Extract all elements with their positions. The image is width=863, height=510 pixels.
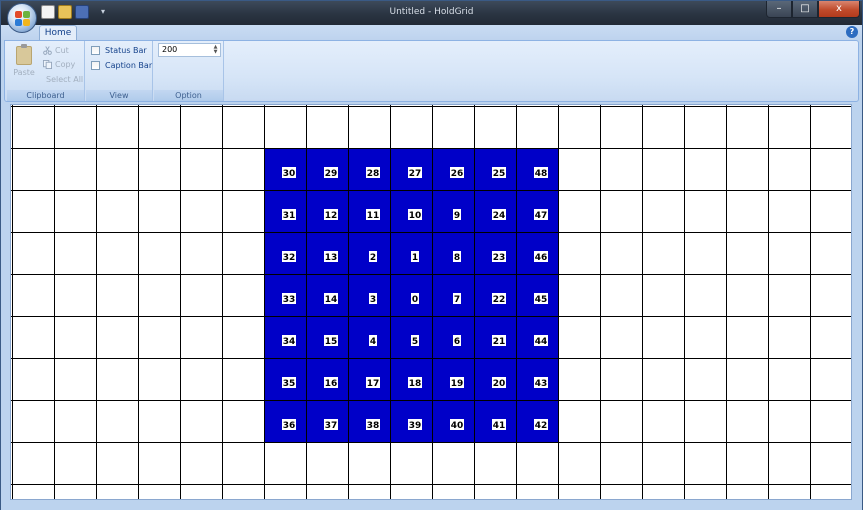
select-all-button[interactable]: Select All <box>46 73 83 86</box>
paste-button[interactable]: Paste <box>11 44 37 82</box>
cell-number: 42 <box>535 421 548 431</box>
cut-label: Cut <box>55 46 69 55</box>
cell-number: 41 <box>493 421 506 431</box>
cell-number: 16 <box>325 379 338 389</box>
cell-number: 13 <box>325 253 338 263</box>
clipboard-group: Paste Cut Copy Select All Clipboard <box>7 41 85 101</box>
copy-button[interactable]: Copy <box>43 58 75 71</box>
maximize-button[interactable]: □ <box>792 1 818 18</box>
cell-number: 2 <box>370 253 376 263</box>
clipboard-group-label: Clipboard <box>7 90 84 101</box>
status-bar-label: Status Bar <box>105 46 147 55</box>
option-group: 200 ▲ ▼ Option <box>154 41 224 101</box>
cell-number: 17 <box>367 379 380 389</box>
close-button[interactable]: x <box>818 1 860 18</box>
cell-number: 43 <box>535 379 548 389</box>
cell-number: 36 <box>283 421 296 431</box>
grid-svg[interactable]: 30 29 28 27 26 25 4831 12 11 10 9 24 4732 13 2 1 8 23 4633… <box>11 105 852 500</box>
cell-number: 30 <box>283 169 296 179</box>
copy-label: Copy <box>55 60 76 69</box>
cell-number: 22 <box>493 295 506 305</box>
cell-number: 38 <box>367 421 380 431</box>
ribbon-panel: Paste Cut Copy Select All Clipboard Stat… <box>4 40 859 102</box>
cell-number: 11 <box>367 211 380 221</box>
status-bar-checkbox[interactable]: Status Bar <box>91 44 147 57</box>
minimize-button[interactable]: – <box>766 1 792 18</box>
caption-bar-checkbox[interactable]: Caption Bar <box>91 59 152 72</box>
cell-number: 46 <box>535 253 548 263</box>
cell-number: 23 <box>493 253 506 263</box>
cell-number: 33 <box>283 295 296 305</box>
title-bar[interactable]: ▾ Untitled - HoldGrid – □ x <box>1 1 862 25</box>
cell-number: 27 <box>409 169 422 179</box>
help-icon[interactable]: ? <box>846 26 858 38</box>
cell-number: 34 <box>283 337 296 347</box>
cell-number: 37 <box>325 421 338 431</box>
caption-bar-checkbox-box[interactable] <box>91 61 100 70</box>
cell-number: 21 <box>493 337 506 347</box>
cell-number: 20 <box>493 379 506 389</box>
status-bar-checkbox-box[interactable] <box>91 46 100 55</box>
value-spin-edit[interactable]: 200 ▲ ▼ <box>158 43 221 57</box>
application-menu-button[interactable] <box>7 3 37 33</box>
cell-number: 1 <box>412 253 418 263</box>
view-group-label: View <box>86 90 152 101</box>
window-bottom-border <box>1 502 862 510</box>
cell-number: 48 <box>535 169 548 179</box>
cell-number: 24 <box>493 211 506 221</box>
cell-number: 0 <box>412 295 418 305</box>
cell-number: 8 <box>454 253 460 263</box>
cell-number: 15 <box>325 337 338 347</box>
cell-number: 40 <box>451 421 464 431</box>
cell-number: 32 <box>283 253 296 263</box>
cell-number: 14 <box>325 295 338 305</box>
cell-number: 3 <box>370 295 376 305</box>
paste-clipboard-icon <box>16 44 32 65</box>
cell-number: 28 <box>367 169 380 179</box>
cell-number: 10 <box>409 211 422 221</box>
select-all-label: Select All <box>46 75 84 84</box>
cell-number: 12 <box>325 211 338 221</box>
cell-number: 4 <box>370 337 376 347</box>
caption-bar-label: Caption Bar <box>105 61 153 70</box>
window-title: Untitled - HoldGrid <box>389 7 474 17</box>
cell-number: 9 <box>454 211 460 221</box>
view-group: Status Bar Caption Bar View <box>86 41 153 101</box>
cell-number: 5 <box>412 337 418 347</box>
app-window: ▾ Untitled - HoldGrid – □ x Home ? Paste <box>0 0 863 510</box>
office-logo-icon <box>15 11 31 27</box>
cell-number: 39 <box>409 421 422 431</box>
option-group-label: Option <box>154 90 223 101</box>
cell-number: 45 <box>535 295 548 305</box>
ribbon-tab-strip: Home ? <box>1 25 862 40</box>
cell-number: 7 <box>454 295 460 305</box>
spin-value: 200 <box>162 45 178 54</box>
cut-button[interactable]: Cut <box>43 44 69 57</box>
cell-number: 25 <box>493 169 506 179</box>
copy-icon <box>43 60 52 69</box>
cell-number: 47 <box>535 211 548 221</box>
scissors-icon <box>43 46 52 55</box>
cell-number: 35 <box>283 379 296 389</box>
paste-label: Paste <box>13 68 35 77</box>
tab-home[interactable]: Home <box>39 25 77 40</box>
cell-number: 29 <box>325 169 338 179</box>
spin-arrows-icon[interactable]: ▲ ▼ <box>212 45 219 55</box>
cell-number: 18 <box>409 379 422 389</box>
cell-number: 31 <box>283 211 296 221</box>
cell-number: 26 <box>451 169 464 179</box>
grid-canvas[interactable]: 30 29 28 27 26 25 48 31 12 11 10 9 24 47 32 13 2 1 8 23 46 33… <box>10 104 852 500</box>
cell-number: 6 <box>454 337 460 347</box>
cell-number: 44 <box>535 337 548 347</box>
window-controls: – □ x <box>766 1 860 18</box>
cell-number: 19 <box>451 379 464 389</box>
